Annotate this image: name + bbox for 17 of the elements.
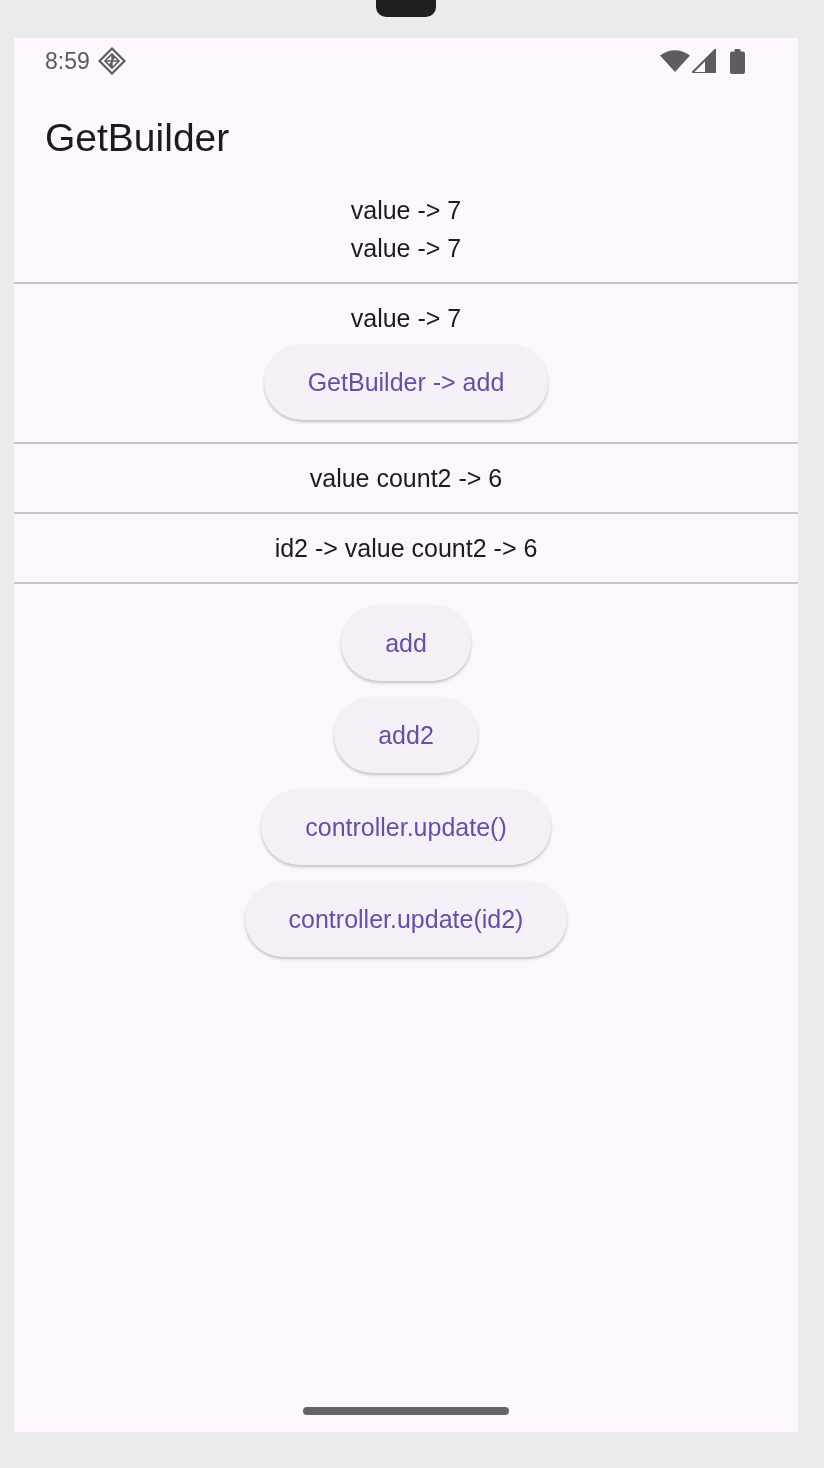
action-button[interactable]: GetBuilder -> add: [263, 344, 549, 420]
action-button[interactable]: add2: [334, 697, 478, 773]
value-text: value -> 7: [350, 195, 462, 226]
status-time: 8:59: [45, 47, 90, 75]
value-text: value -> 7: [350, 303, 462, 334]
diamond-icon: [97, 47, 126, 75]
value-text: value count2 -> 6: [309, 463, 503, 494]
value-text: id2 -> value count2 -> 6: [274, 533, 538, 564]
signal-icon: [692, 49, 716, 73]
value-text: value -> 7: [350, 233, 462, 264]
action-button[interactable]: controller.update(): [261, 789, 551, 865]
wifi-icon: [660, 50, 690, 72]
action-button[interactable]: add: [341, 605, 471, 681]
app-title: GetBuilder: [45, 114, 230, 161]
camera-notch: [376, 0, 436, 17]
action-button[interactable]: controller.update(id2): [244, 881, 568, 957]
battery-icon: [730, 48, 745, 74]
